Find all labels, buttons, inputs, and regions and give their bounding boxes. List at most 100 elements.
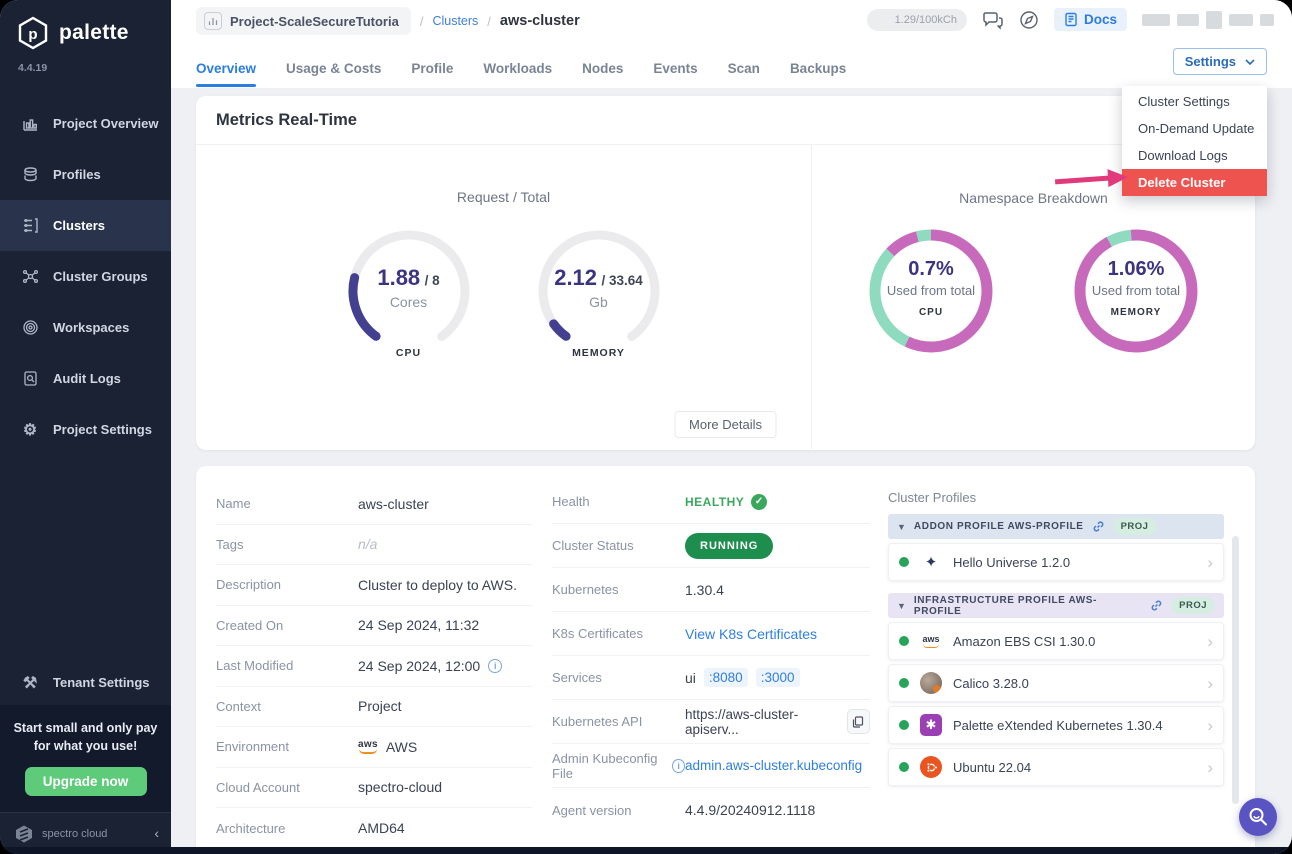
footer-brand-label: spectro cloud xyxy=(42,828,107,840)
detail-row-architecture: Architecture AMD64 xyxy=(216,808,532,849)
detail-value: AMD64 xyxy=(358,820,405,836)
collapse-sidebar-icon[interactable]: ‹ xyxy=(154,825,159,841)
proj-badge: PROJ xyxy=(1171,597,1215,614)
metrics-title: Metrics Real-Time xyxy=(216,111,357,130)
menu-item-delete-cluster[interactable]: Delete Cluster xyxy=(1122,169,1267,196)
profile-pack-row-ubuntu[interactable]: Ubuntu 22.04 › xyxy=(888,748,1224,786)
sidebar-item-audit-logs[interactable]: Audit Logs xyxy=(0,353,171,404)
detail-row-cluster-status: Cluster Status RUNNING xyxy=(552,524,870,568)
sidebar-item-cluster-groups[interactable]: Cluster Groups xyxy=(0,251,171,302)
calico-pack-icon xyxy=(919,671,943,695)
more-details-button[interactable]: More Details xyxy=(674,411,777,438)
tenant-settings-label: Tenant Settings xyxy=(53,675,150,690)
sidebar-item-profiles[interactable]: Profiles xyxy=(0,149,171,200)
proj-badge: PROJ xyxy=(1113,518,1157,535)
app-version: 4.4.19 xyxy=(0,50,171,74)
sidebar-item-workspaces[interactable]: Workspaces xyxy=(0,302,171,353)
tab-workloads[interactable]: Workloads xyxy=(483,48,552,88)
cluster-tabs: Overview Usage & Costs Profile Workloads… xyxy=(196,48,846,88)
infrastructure-profile-header[interactable]: ▼ INFRASTRUCTURE PROFILE AWS-PROFILE PRO… xyxy=(888,593,1224,618)
detail-row-context: Context Project xyxy=(216,687,532,728)
memory-gauge-values: 2.12 / 33.64 Gb xyxy=(524,265,674,310)
sidebar: p palette 4.4.19 Project Overview Profil… xyxy=(0,0,171,854)
gauge-row: 1.88 / 8 Cores CPU xyxy=(196,219,811,359)
delete-cluster-pointer-arrow xyxy=(1052,165,1129,193)
tab-scan[interactable]: Scan xyxy=(728,48,760,88)
cluster-list-icon xyxy=(20,217,40,234)
chevron-right-icon: › xyxy=(1207,759,1213,776)
memory-total-value: / 33.64 xyxy=(601,273,642,288)
sidebar-item-project-overview[interactable]: Project Overview xyxy=(0,98,171,149)
menu-item-download-logs[interactable]: Download Logs xyxy=(1122,142,1267,169)
menu-item-on-demand-update[interactable]: On-Demand Update xyxy=(1122,115,1267,142)
compass-icon[interactable] xyxy=(1019,10,1039,30)
profile-pack-row-hello-universe[interactable]: ✦ Hello Universe 1.2.0 › xyxy=(888,543,1224,581)
app-window: p palette 4.4.19 Project Overview Profil… xyxy=(0,0,1292,854)
cpu-metric-label: CPU xyxy=(334,347,484,359)
detail-label: Architecture xyxy=(216,821,358,836)
profile-pack-row-pxk[interactable]: ✱ Palette eXtended Kubernetes 1.30.4 › xyxy=(888,706,1224,744)
addon-profile-header[interactable]: ▼ ADDON PROFILE AWS-PROFILE PROJ xyxy=(888,514,1224,539)
upgrade-now-button[interactable]: Upgrade now xyxy=(25,767,147,796)
tab-backups[interactable]: Backups xyxy=(790,48,846,88)
profile-pack-row-calico[interactable]: Calico 3.28.0 › xyxy=(888,664,1224,702)
search-fab-button[interactable] xyxy=(1239,798,1277,836)
spectro-cloud-logo-icon xyxy=(14,824,34,844)
info-icon[interactable]: i xyxy=(488,659,502,673)
sidebar-item-label: Clusters xyxy=(53,218,105,233)
breadcrumb-clusters-link[interactable]: Clusters xyxy=(432,14,478,28)
cpu-percent: 0.7% xyxy=(856,258,1006,281)
detail-value: 1.30.4 xyxy=(685,582,724,598)
health-status: HEALTHY ✓ xyxy=(685,494,767,510)
sidebar-item-project-settings[interactable]: ⚙ Project Settings xyxy=(0,404,171,455)
kubeconfig-download-link[interactable]: admin.aws-cluster.kubeconfig xyxy=(685,758,862,773)
upgrade-promo: Start small and only pay for what you us… xyxy=(0,705,171,812)
docs-label: Docs xyxy=(1084,12,1117,27)
status-dot xyxy=(899,636,909,646)
memory-used-value: 2.12 xyxy=(554,265,597,290)
audit-doc-icon xyxy=(20,370,40,387)
docs-button[interactable]: Docs xyxy=(1054,8,1127,31)
memory-metric-label: MEMORY xyxy=(524,347,674,359)
chat-icon[interactable] xyxy=(982,10,1004,30)
menu-item-cluster-settings[interactable]: Cluster Settings xyxy=(1122,88,1267,115)
chevron-right-icon: › xyxy=(1207,633,1213,650)
services-value: ui :8080 :3000 xyxy=(685,668,800,687)
window-bottom-edge xyxy=(0,847,1292,854)
project-selector-label: Project-ScaleSecureTutoria xyxy=(230,14,399,29)
chevron-down-icon: ▼ xyxy=(897,522,906,532)
workspaces-icon xyxy=(20,319,40,336)
service-port-link[interactable]: :8080 xyxy=(704,668,748,687)
aws-pack-icon: aws xyxy=(919,629,943,653)
profile-pack-row-ebs-csi[interactable]: aws Amazon EBS CSI 1.30.0 › xyxy=(888,622,1224,660)
view-k8s-certificates-link[interactable]: View K8s Certificates xyxy=(685,626,817,642)
tab-profile[interactable]: Profile xyxy=(411,48,453,88)
tab-events[interactable]: Events xyxy=(653,48,697,88)
last-modified-value: 24 Sep 2024, 12:00 xyxy=(358,658,480,674)
api-value-wrap: https://aws-cluster-apiserv... xyxy=(685,707,870,737)
health-value: HEALTHY xyxy=(685,495,744,509)
tab-nodes[interactable]: Nodes xyxy=(582,48,623,88)
profiles-scrollbar[interactable] xyxy=(1232,536,1239,804)
brand-row: p palette xyxy=(0,0,171,50)
settings-button[interactable]: Settings xyxy=(1173,48,1267,75)
breadcrumb-separator: / xyxy=(487,14,491,29)
cpu-used-value: 1.88 xyxy=(377,265,420,290)
tab-usage-costs[interactable]: Usage & Costs xyxy=(286,48,381,88)
brand-name: palette xyxy=(59,21,129,45)
detail-label: K8s Certificates xyxy=(552,626,685,641)
sidebar-item-label: Project Settings xyxy=(53,422,152,437)
project-selector[interactable]: Project-ScaleSecureTutoria xyxy=(196,7,411,35)
running-status-badge: RUNNING xyxy=(685,533,773,559)
tab-overview[interactable]: Overview xyxy=(196,48,256,88)
sidebar-item-clusters[interactable]: Clusters xyxy=(0,200,171,251)
service-port-link[interactable]: :3000 xyxy=(756,668,800,687)
info-icon[interactable]: i xyxy=(672,759,685,773)
detail-value: 4.4.9/20240912.1118 xyxy=(685,802,815,818)
link-icon xyxy=(1150,599,1163,612)
copy-icon[interactable] xyxy=(847,709,870,734)
sidebar-item-tenant-settings[interactable]: ⚒ Tenant Settings xyxy=(0,661,171,705)
detail-row-description: Description Cluster to deploy to AWS. xyxy=(216,565,532,606)
sidebar-item-label: Project Overview xyxy=(53,116,159,131)
detail-label: Environment xyxy=(216,739,358,754)
